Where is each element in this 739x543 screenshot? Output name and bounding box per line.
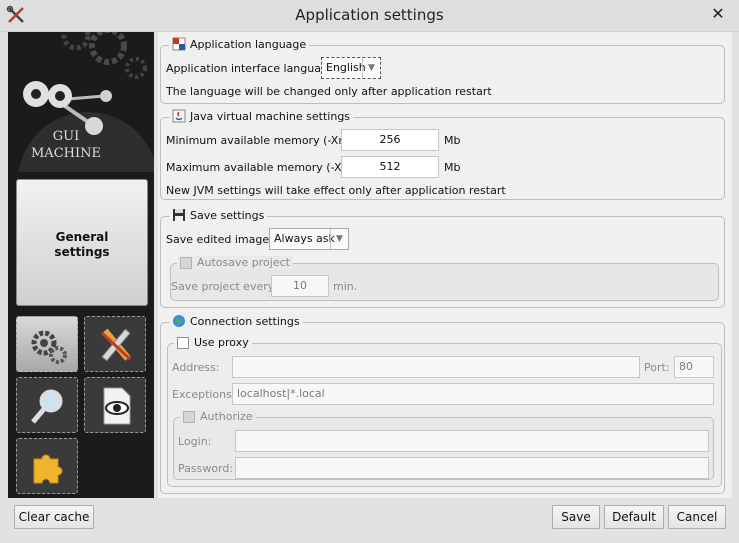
group-save-settings: Save settings Save edited images: Always…	[160, 208, 725, 308]
logo-line-2: MACHINE	[31, 146, 101, 161]
general-settings-label-1: General	[55, 230, 109, 244]
address-field[interactable]	[232, 356, 640, 378]
globe-icon	[172, 314, 186, 328]
save-button[interactable]: Save	[552, 505, 600, 529]
exceptions-field[interactable]: localhost|*.local	[232, 383, 714, 405]
address-label: Address:	[172, 361, 220, 374]
puzzle-icon	[33, 454, 63, 484]
tile-search-settings[interactable]	[16, 377, 78, 433]
authorize-group: Authorize Login: Password:	[173, 410, 714, 480]
min-memory-field[interactable]: 256	[341, 129, 439, 151]
eye-document-icon	[103, 387, 131, 425]
connection-legend: Connection settings	[190, 314, 300, 328]
group-application-language: Application language Application interfa…	[160, 37, 725, 104]
max-memory-unit: Mb	[444, 161, 461, 174]
chevron-down-icon: ▼	[330, 229, 348, 249]
settings-panel: Application language Application interfa…	[158, 32, 732, 498]
autosave-group: Autosave project Save project every: 10 …	[170, 256, 719, 301]
login-field[interactable]	[235, 430, 709, 452]
port-label: Port:	[644, 361, 670, 374]
autosave-label: Autosave project	[197, 256, 290, 269]
button-bar: Clear cache Save Default Cancel	[0, 498, 739, 543]
title-bar: Application settings ✕	[0, 0, 739, 32]
max-memory-field[interactable]: 512	[341, 156, 439, 178]
language-select[interactable]: English ▼	[321, 57, 381, 79]
save-images-value: Always ask	[274, 232, 335, 245]
jvm-note: New JVM settings will take effect only a…	[166, 184, 506, 197]
language-label: Application interface language:	[166, 62, 339, 75]
authorize-checkbox[interactable]	[183, 410, 195, 423]
sidebar: GUI MACHINE General settings	[8, 32, 154, 498]
cancel-button[interactable]: Cancel	[668, 505, 726, 529]
use-proxy-label: Use proxy	[194, 336, 249, 349]
floppy-disk-icon	[172, 208, 186, 222]
password-field[interactable]	[235, 457, 709, 479]
save-every-unit: min.	[333, 280, 358, 293]
min-memory-label: Minimum available memory (-Xms):	[166, 134, 363, 147]
min-memory-unit: Mb	[444, 134, 461, 147]
magnifier-icon	[31, 389, 63, 424]
login-label: Login:	[178, 435, 212, 448]
logo-line-1: GUI	[52, 129, 80, 144]
pencil-ruler-icon	[100, 328, 132, 362]
max-memory-label: Maximum available memory (-Xmx):	[166, 161, 367, 174]
port-field[interactable]: 80	[674, 356, 714, 378]
save-images-label: Save edited images:	[166, 233, 279, 246]
tile-plugins-settings[interactable]	[16, 316, 78, 372]
tile-view-settings[interactable]	[84, 377, 146, 433]
password-label: Password:	[178, 462, 234, 475]
authorize-label: Authorize	[200, 410, 253, 423]
group-jvm-settings: Java virtual machine settings Minimum av…	[160, 109, 725, 200]
language-note: The language will be changed only after …	[166, 85, 492, 98]
chevron-down-icon: ▼	[362, 58, 380, 78]
autosave-checkbox[interactable]	[180, 256, 192, 269]
tile-extensions-settings[interactable]	[16, 438, 78, 494]
close-button[interactable]: ✕	[705, 3, 731, 25]
default-button[interactable]: Default	[604, 505, 664, 529]
tile-general-settings[interactable]: General settings	[16, 179, 148, 306]
tile-editor-settings[interactable]	[84, 316, 146, 372]
language-legend: Application language	[190, 37, 307, 51]
general-settings-label-2: settings	[54, 245, 110, 259]
clear-cache-button[interactable]: Clear cache	[14, 505, 94, 529]
logo: GUI MACHINE	[8, 32, 154, 252]
language-value: English	[326, 61, 366, 74]
jvm-legend: Java virtual machine settings	[190, 109, 351, 123]
group-connection-settings: Connection settings Use proxy Address: P…	[160, 314, 725, 494]
proxy-group: Use proxy Address: Port: 80 Exceptions: …	[167, 336, 722, 487]
exceptions-label: Exceptions:	[172, 388, 236, 401]
flag-icon	[172, 37, 186, 51]
use-proxy-checkbox[interactable]	[177, 336, 189, 349]
gears-icon	[31, 330, 67, 364]
save-every-label: Save project every:	[171, 280, 278, 293]
java-icon	[172, 109, 186, 123]
save-legend: Save settings	[190, 208, 265, 222]
window-title: Application settings	[295, 6, 444, 24]
save-images-select[interactable]: Always ask ▼	[269, 228, 349, 250]
save-every-field[interactable]: 10	[271, 275, 329, 297]
